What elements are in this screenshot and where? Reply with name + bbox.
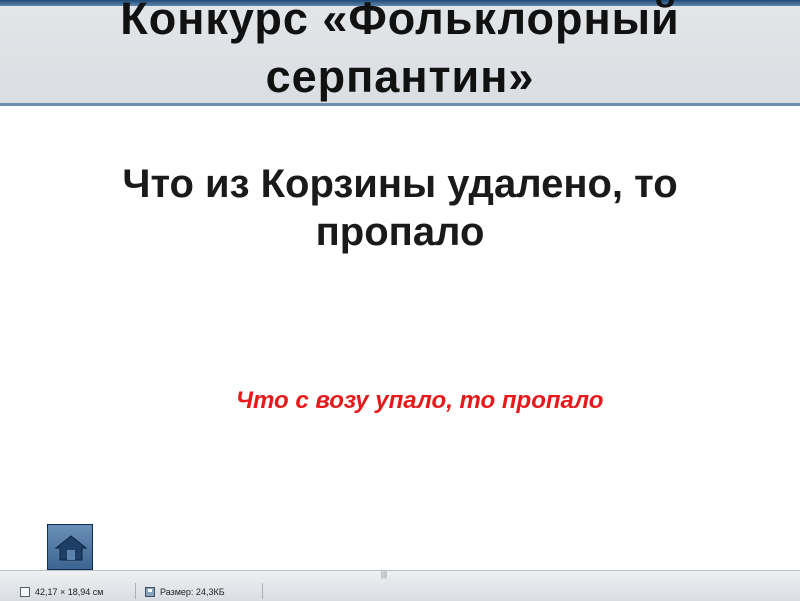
image-dimensions-label: 42,17 × 18,94 см: [35, 586, 104, 597]
slide-title: Конкурс «Фольклорный серпантин»: [0, 0, 800, 106]
answer-text: Что с возу упало, то пропало: [236, 387, 604, 414]
question-line-2: пропало: [315, 210, 485, 254]
question-text: Что из Корзины удалено, то пропало: [0, 160, 800, 256]
question-line-1: Что из Корзины удалено, то: [122, 162, 678, 206]
home-icon: [54, 535, 88, 561]
image-dimensions: 42,17 × 18,94 см: [20, 584, 104, 599]
status-bar: ||| 42,17 × 18,94 см Размер: 24,3КБ: [0, 570, 800, 601]
slide-title-line-1: Конкурс «Фольклорный: [120, 0, 680, 44]
home-button[interactable]: [47, 524, 93, 570]
floppy-disk-icon: [145, 586, 155, 597]
slide-title-line-2: серпантин»: [265, 51, 535, 102]
status-bar-grip[interactable]: |||: [376, 571, 392, 579]
file-size-label: Размер: 24,3КБ: [160, 586, 225, 597]
status-separator: [262, 583, 263, 599]
status-separator: [135, 583, 136, 599]
ruler-frame-icon: [20, 586, 30, 597]
file-size: Размер: 24,3КБ: [145, 584, 225, 599]
